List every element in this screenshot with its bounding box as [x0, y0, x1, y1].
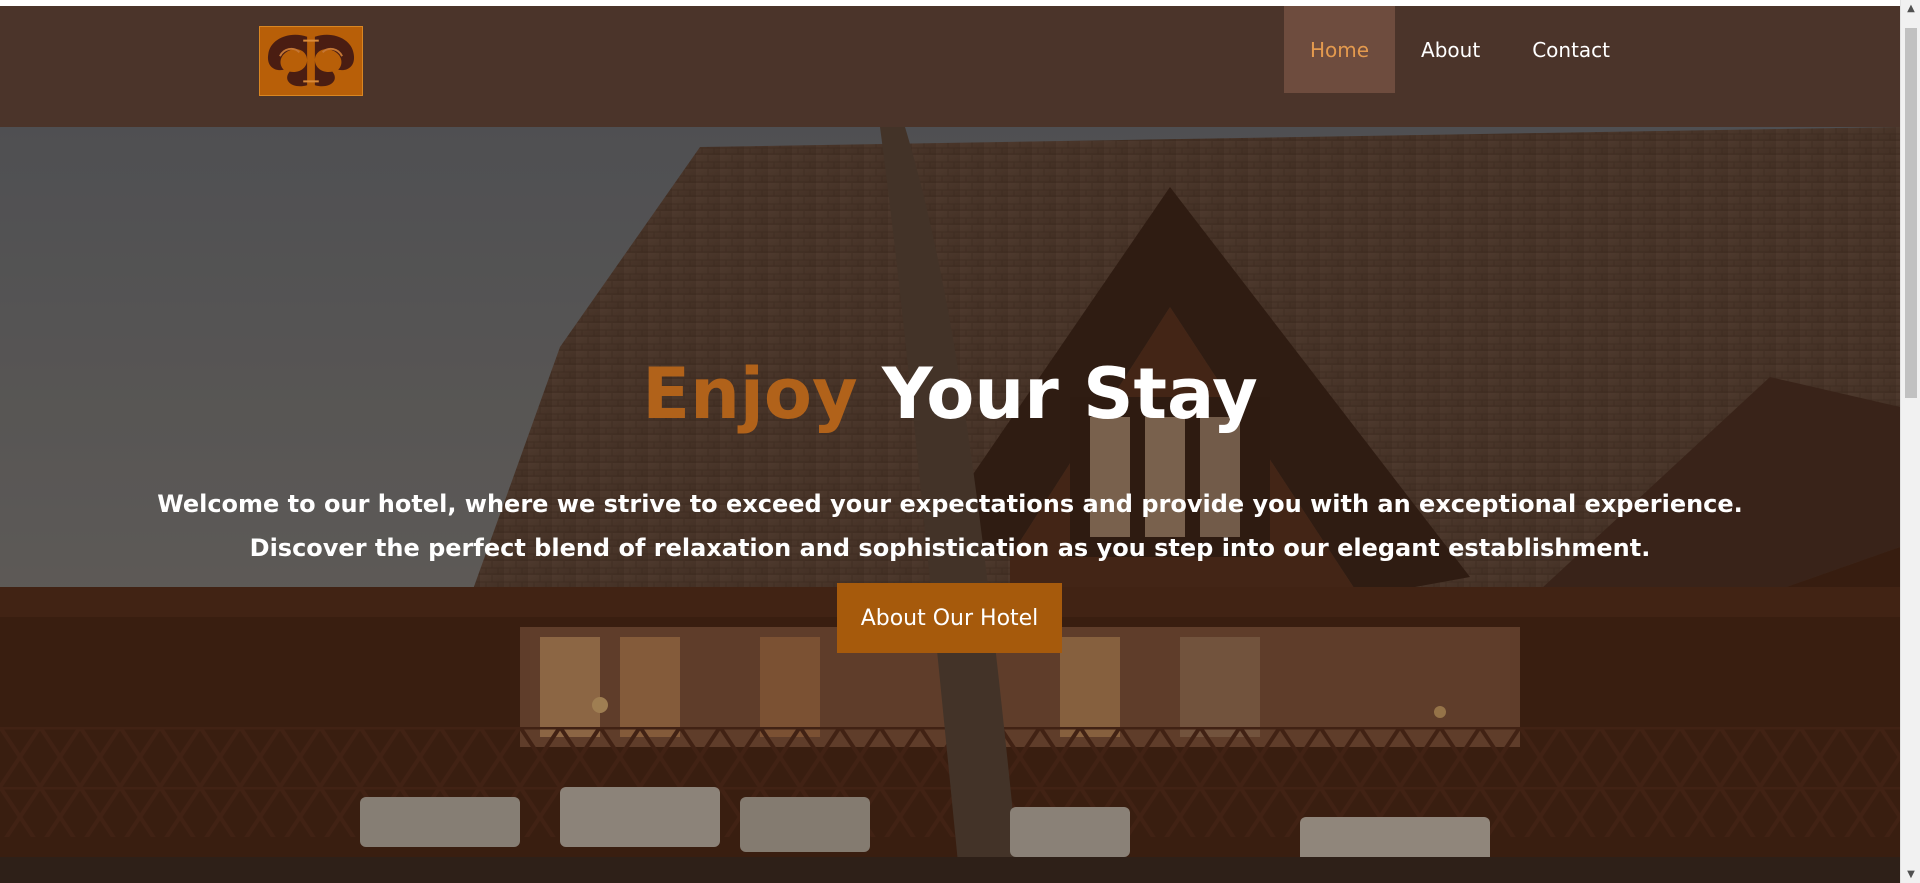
hotel-logo[interactable]: [259, 26, 363, 96]
nav-about-label: About: [1421, 37, 1481, 62]
hero-line-1: Welcome to our hotel, where we strive to…: [157, 490, 1743, 518]
nav-about[interactable]: About: [1395, 6, 1506, 93]
nav-menu: Home About Contact: [1283, 6, 1636, 93]
about-hotel-button[interactable]: About Our Hotel: [837, 583, 1062, 653]
hero-title-rest: Your Stay: [882, 353, 1258, 435]
navbar: Home About Contact: [0, 6, 1900, 127]
hero-section: Enjoy Your Stay Welcome to our hotel, wh…: [0, 127, 1900, 883]
vertical-scrollbar[interactable]: ▲ ▼: [1900, 0, 1920, 883]
hero-description: Welcome to our hotel, where we strive to…: [0, 482, 1900, 570]
nav-contact[interactable]: Contact: [1506, 6, 1636, 93]
scroll-down-arrow-icon[interactable]: ▼: [1901, 866, 1920, 883]
hero-title: Enjoy Your Stay: [0, 359, 1900, 429]
nav-contact-label: Contact: [1532, 37, 1610, 62]
scrollbar-thumb[interactable]: [1905, 28, 1917, 398]
hero-title-accent: Enjoy: [642, 353, 858, 435]
page: Home About Contact Enjoy Your Stay Welco…: [0, 0, 1900, 883]
hero-line-2: Discover the perfect blend of relaxation…: [249, 534, 1651, 562]
scroll-up-arrow-icon[interactable]: ▲: [1901, 0, 1920, 17]
nav-home[interactable]: Home: [1283, 6, 1396, 93]
nav-home-label: Home: [1309, 37, 1370, 62]
logo-mark-icon: [260, 27, 362, 95]
